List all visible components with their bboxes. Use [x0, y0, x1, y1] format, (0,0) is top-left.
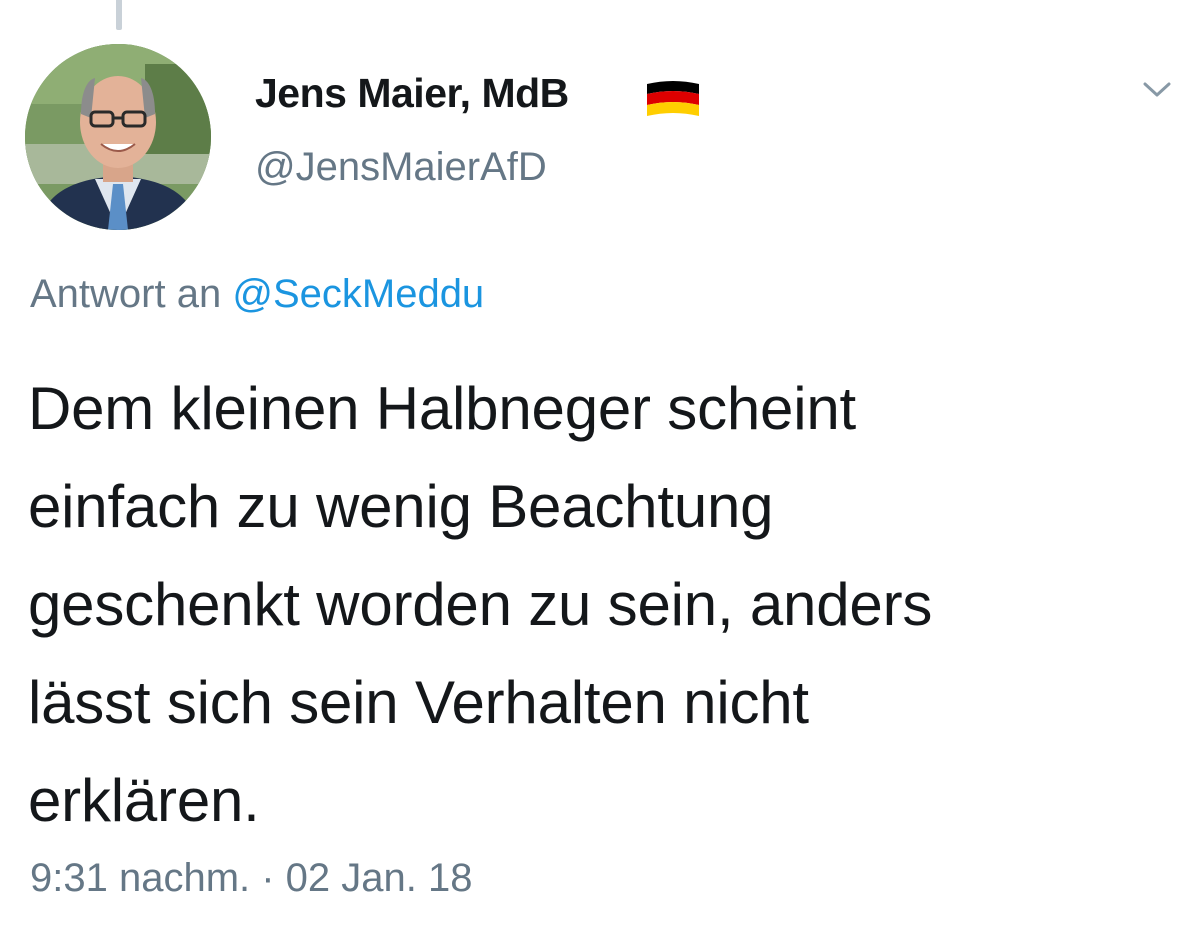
tweet-text: Dem kleinen Halbneger scheint einfach zu…: [28, 360, 1178, 850]
tweet-text-line: geschenkt worden zu sein, anders: [28, 571, 933, 638]
tweet-text-line: einfach zu wenig Beachtung: [28, 473, 774, 540]
tweet-text-line: Dem kleinen Halbneger scheint: [28, 375, 856, 442]
reply-handle-link[interactable]: @SeckMeddu: [232, 272, 484, 316]
tweet-menu-button[interactable]: [1132, 70, 1182, 110]
thread-connector-line: [116, 0, 122, 30]
tweet-text-line: lässt sich sein Verhalten nicht: [28, 669, 809, 736]
avatar-photo: [25, 44, 211, 230]
author-handle[interactable]: @JensMaierAfD: [255, 145, 547, 190]
author-display-name[interactable]: Jens Maier, MdB: [255, 70, 569, 117]
germany-flag-icon: [647, 81, 699, 116]
tweet-text-line: erklären.: [28, 767, 260, 834]
reply-prefix: Antwort an: [30, 272, 222, 316]
avatar[interactable]: [25, 44, 211, 230]
tweet-timestamp[interactable]: 9:31 nachm. · 02 Jan. 18: [30, 856, 473, 901]
chevron-down-icon: [1143, 82, 1171, 97]
reply-context: Antwort an @SeckMeddu: [30, 272, 484, 317]
